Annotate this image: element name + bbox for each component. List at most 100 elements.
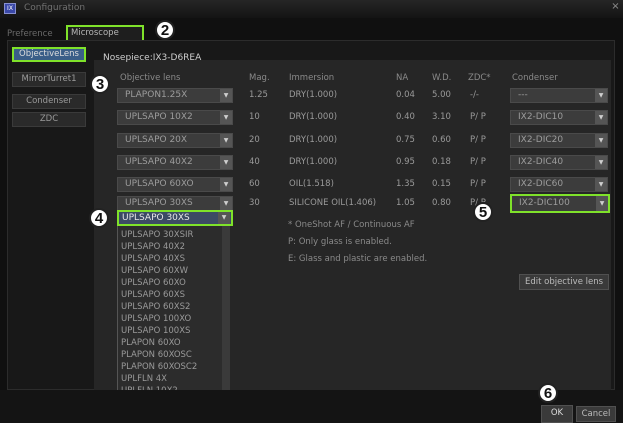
na-value: 0.04 (396, 90, 415, 100)
window-title: Configuration (24, 3, 86, 13)
wd-value: 3.10 (432, 112, 451, 122)
callout-badge-5: 5 (473, 202, 493, 222)
mag-value: 30 (249, 198, 260, 208)
immersion-value: DRY(1.000) (289, 90, 338, 100)
dropdown-option[interactable]: UPLSAPO 30XSIR (121, 229, 225, 241)
chevron-down-icon: ▼ (220, 134, 232, 147)
mag-value: 1.25 (249, 90, 268, 100)
condenser-select-highlighted[interactable]: IX2-DIC100 ▼ (510, 194, 610, 213)
dropdown-option[interactable]: PLAPON 60XO (121, 337, 225, 349)
header-immersion: Immersion (289, 73, 335, 83)
note-line: E: Glass and plastic are enabled. (288, 254, 428, 264)
header-objective: Objective lens (120, 73, 181, 83)
dropdown-option[interactable]: UPLSAPO 40X2 (121, 241, 225, 253)
cancel-button[interactable]: Cancel (576, 406, 616, 422)
sidebar-item-mirrorturret1[interactable]: MirrorTurret1 (12, 72, 86, 87)
na-value: 1.35 (396, 179, 415, 189)
immersion-value: SILICONE OIL(1.406) (289, 198, 377, 208)
sidebar-item-condenser[interactable]: Condenser (12, 94, 86, 109)
wd-value: 0.80 (432, 198, 451, 208)
objective-value: UPLSAPO 40X2 (125, 157, 193, 167)
dropdown-option[interactable]: UPLSAPO 60XS (121, 289, 225, 301)
condenser-select[interactable]: IX2-DIC10 ▼ (510, 110, 608, 125)
note-line: * OneShot AF / Continuous AF (288, 220, 415, 230)
dropdown-option[interactable]: UPLSAPO 60XS2 (121, 301, 225, 313)
dropdown-option[interactable]: UPLSAPO 60XW (121, 265, 225, 277)
objective-select[interactable]: UPLSAPO 20X ▼ (117, 133, 233, 148)
tab-preference[interactable]: Preference (7, 28, 53, 40)
condenser-value: IX2-DIC100 (519, 198, 570, 208)
chevron-down-icon: ▼ (220, 111, 232, 124)
chevron-down-icon: ▼ (220, 89, 232, 102)
dropdown-option[interactable]: UPLSAPO 60XO (121, 277, 225, 289)
immersion-value: OIL(1.518) (289, 179, 334, 189)
na-value: 0.75 (396, 135, 415, 145)
mag-value: 10 (249, 112, 260, 122)
wd-value: 0.15 (432, 179, 451, 189)
objective-value: UPLSAPO 60XO (125, 179, 194, 189)
objective-value: PLAPON1.25X (125, 90, 188, 100)
dropdown-option[interactable]: UPLFLN 4X (121, 373, 225, 385)
objective-value: UPLSAPO 10X2 (125, 112, 193, 122)
mag-value: 20 (249, 135, 260, 145)
immersion-value: DRY(1.000) (289, 157, 338, 167)
dropdown-option[interactable]: UPLSAPO 100XO (121, 313, 225, 325)
chevron-down-icon: ▼ (595, 111, 607, 124)
condenser-select[interactable]: IX2-DIC60 ▼ (510, 177, 608, 192)
na-value: 0.95 (396, 157, 415, 167)
chevron-down-icon: ▼ (595, 156, 607, 169)
condenser-select[interactable]: IX2-DIC20 ▼ (510, 133, 608, 148)
zdc-value: P/ P (470, 179, 486, 189)
header-wd: W.D. (432, 73, 452, 83)
mag-value: 60 (249, 179, 260, 189)
dropdown-option[interactable]: UPLSAPO 40XS (121, 253, 225, 265)
sidebar-item-objectivelens[interactable]: ObjectiveLens (12, 47, 86, 62)
chevron-down-icon: ▼ (218, 212, 230, 224)
callout-badge-3: 3 (90, 74, 110, 94)
chevron-down-icon: ▼ (220, 156, 232, 169)
condenser-value: --- (518, 90, 528, 100)
edit-objective-lens-button[interactable]: Edit objective lens (519, 274, 609, 290)
callout-badge-4: 4 (89, 208, 109, 228)
nosepiece-label: Nosepiece:IX3-D6REA (103, 53, 202, 63)
header-na: NA (396, 73, 409, 83)
footer-bar (0, 390, 623, 423)
chevron-down-icon: ▼ (595, 89, 607, 102)
objective-dropdown-selected[interactable]: UPLSAPO 30XS ▼ (117, 210, 233, 226)
condenser-value: IX2-DIC20 (518, 135, 564, 145)
condenser-select[interactable]: IX2-DIC40 ▼ (510, 155, 608, 170)
condenser-value: IX2-DIC60 (518, 179, 564, 189)
na-value: 0.40 (396, 112, 415, 122)
condenser-select[interactable]: --- ▼ (510, 88, 608, 103)
close-button[interactable]: × (610, 2, 621, 13)
header-condenser: Condenser (512, 73, 558, 83)
mag-value: 40 (249, 157, 260, 167)
dropdown-option[interactable]: UPLSAPO 100XS (121, 325, 225, 337)
zdc-value: -/- (470, 90, 479, 100)
chevron-down-icon: ▼ (596, 196, 608, 211)
header-mag: Mag. (249, 73, 270, 83)
objective-value: UPLSAPO 20X (125, 135, 188, 145)
callout-badge-2: 2 (155, 20, 175, 40)
immersion-value: DRY(1.000) (289, 135, 338, 145)
na-value: 1.05 (396, 198, 415, 208)
chevron-down-icon: ▼ (595, 178, 607, 191)
objective-select[interactable]: UPLSAPO 40X2 ▼ (117, 155, 233, 170)
immersion-value: DRY(1.000) (289, 112, 338, 122)
ok-button[interactable]: OK (541, 405, 573, 423)
objective-select[interactable]: UPLSAPO 10X2 ▼ (117, 110, 233, 125)
objective-select[interactable]: PLAPON1.25X ▼ (117, 88, 233, 103)
objective-select[interactable]: UPLSAPO 30XS ▼ (117, 196, 233, 211)
zdc-value: P/ P (470, 157, 486, 167)
sidebar-item-zdc[interactable]: ZDC (12, 112, 86, 127)
zdc-value: P/ P (470, 112, 486, 122)
dropdown-option[interactable]: PLAPON 60XOSC (121, 349, 225, 361)
dropdown-option[interactable]: PLAPON 60XOSC2 (121, 361, 225, 373)
chevron-down-icon: ▼ (220, 197, 232, 210)
selected-objective: UPLSAPO 30XS (122, 213, 190, 223)
zdc-value: P/ P (470, 135, 486, 145)
title-bar (0, 0, 623, 18)
header-zdc: ZDC* (468, 73, 491, 83)
objective-select[interactable]: UPLSAPO 60XO ▼ (117, 177, 233, 192)
condenser-value: IX2-DIC10 (518, 112, 564, 122)
